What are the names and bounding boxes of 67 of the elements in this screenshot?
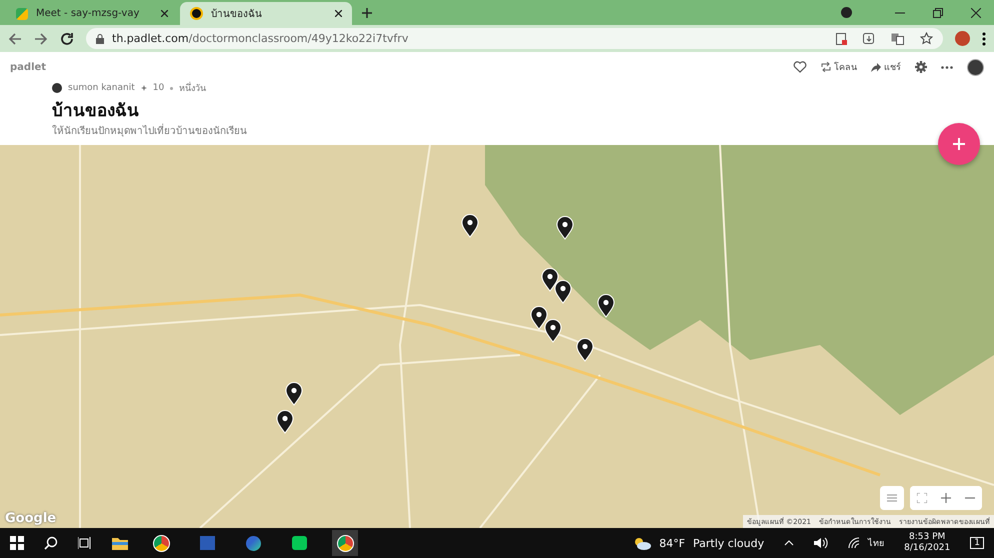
input-language[interactable]: ไทย <box>868 536 884 550</box>
author-avatar-icon <box>52 83 62 93</box>
search-icon[interactable] <box>44 536 58 550</box>
close-icon[interactable] <box>161 10 168 17</box>
close-icon[interactable] <box>971 8 981 18</box>
new-tab-icon[interactable] <box>362 8 372 18</box>
list-icon <box>887 494 897 502</box>
notification-button[interactable]: 1 <box>970 537 984 549</box>
padlet-description: ให้นักเรียนปักหมุดพาไปเที่ยวบ้านของนักเรียน <box>10 123 984 138</box>
plus-icon <box>941 493 951 503</box>
temperature[interactable]: 84°F <box>659 536 686 550</box>
sparkle-icon <box>140 85 147 91</box>
map-pin-icon[interactable] <box>541 268 559 292</box>
forward-icon[interactable] <box>34 32 48 46</box>
padlet-action-button[interactable]: โคลน <box>821 60 857 74</box>
clock-time[interactable]: 8:53 PM <box>909 532 946 543</box>
fullscreen-icon <box>917 493 927 503</box>
user-avatar-icon[interactable] <box>967 58 984 76</box>
share-arrow-icon <box>871 62 881 72</box>
browser-tab[interactable]: บ้านของฉัน <box>180 2 352 25</box>
map-pin-icon[interactable] <box>554 280 572 304</box>
weather-condition[interactable]: Partly cloudy <box>693 536 764 550</box>
like-count: 10 <box>152 83 164 93</box>
post-time: หนึ่งวัน <box>179 81 206 95</box>
map-pin-icon[interactable] <box>461 214 479 238</box>
map-pin-icon[interactable] <box>556 216 574 240</box>
author-name: sumon kananit <box>68 83 135 93</box>
task-view-icon[interactable] <box>78 537 92 549</box>
repeat-icon <box>821 62 831 72</box>
heart-icon[interactable] <box>793 61 807 73</box>
dropdown-icon[interactable] <box>841 7 852 18</box>
padlet-title: บ้านของฉัน <box>51 100 140 123</box>
padlet-logo[interactable]: padlet <box>10 62 46 72</box>
settings-icon[interactable] <box>915 61 927 73</box>
wifi-icon[interactable] <box>848 537 860 549</box>
install-icon[interactable] <box>863 32 875 44</box>
weather-cloud-icon[interactable] <box>633 536 652 550</box>
menu-icon[interactable] <box>982 32 986 46</box>
map-pin-icon[interactable] <box>544 319 562 343</box>
clock-date[interactable]: 8/16/2021 <box>904 543 950 554</box>
windows-start-icon[interactable] <box>10 536 24 550</box>
browser-app-icon[interactable] <box>332 530 358 556</box>
address-bar[interactable]: th.padlet.com/doctormonclassroom/49y12ko22i7tvfrv <box>86 28 943 49</box>
chevron-up-icon[interactable] <box>784 540 794 546</box>
map-provider-logo: Google <box>5 511 56 526</box>
legend-button[interactable] <box>880 486 904 510</box>
restore-icon[interactable] <box>933 8 943 18</box>
map-pin-icon[interactable] <box>530 306 548 330</box>
favicon-icon <box>190 7 203 20</box>
reload-icon[interactable] <box>60 32 74 46</box>
profile-avatar-icon[interactable] <box>955 31 970 46</box>
map-pin-icon[interactable] <box>285 382 303 406</box>
lock-icon <box>96 34 104 44</box>
plus-icon <box>953 138 965 150</box>
map-pin-icon[interactable] <box>276 410 294 434</box>
favicon-icon <box>16 8 28 20</box>
padlet-action-button[interactable]: แชร์ <box>871 60 901 74</box>
speaker-icon[interactable] <box>814 537 828 549</box>
close-icon[interactable] <box>335 10 342 17</box>
back-icon[interactable] <box>8 32 22 46</box>
folder-icon[interactable] <box>112 536 128 550</box>
browser-tab[interactable]: Meet - say-mzsg-vay <box>6 2 178 25</box>
more-icon[interactable] <box>941 66 953 68</box>
map-pin-icon[interactable] <box>597 294 615 318</box>
add-post-button[interactable] <box>938 123 980 165</box>
star-icon[interactable] <box>920 32 933 45</box>
map-pin-icon[interactable] <box>576 338 594 362</box>
